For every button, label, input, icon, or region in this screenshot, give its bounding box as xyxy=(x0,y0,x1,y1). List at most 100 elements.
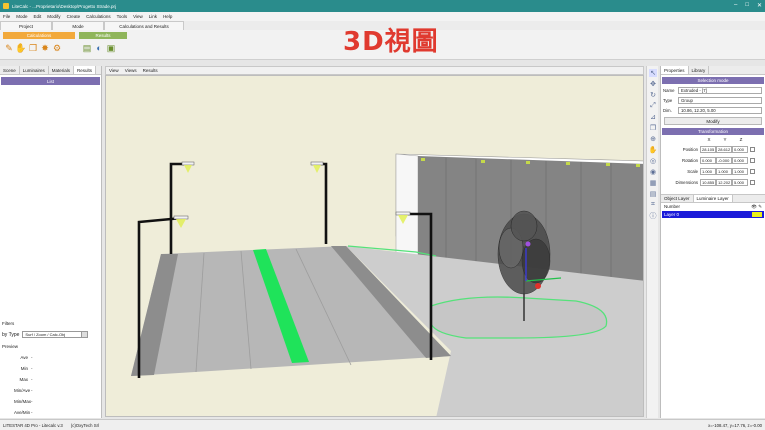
filters-section: Filters by Type Surf / Zoom / Calc-Obj P… xyxy=(0,320,100,415)
stat-row: Ave/Min - xyxy=(14,410,33,415)
tab-results[interactable]: Results xyxy=(74,66,97,74)
tab-calculations-results[interactable]: Calculations and Results xyxy=(104,21,184,30)
right-panel: Properties Library Selection mode Name E… xyxy=(660,66,765,418)
left-panel-tabs: Scene Luminaires Materials Results xyxy=(0,66,101,75)
menu-edit[interactable]: Edit xyxy=(34,14,42,19)
tab-scene[interactable]: Scene xyxy=(0,66,20,74)
maximize-button[interactable]: □ xyxy=(745,2,749,9)
copy-tool-icon[interactable]: ❐ xyxy=(649,124,657,132)
eye-tool-icon[interactable]: ◉ xyxy=(649,168,657,176)
name-row: Name Extruded - [7] xyxy=(661,86,765,94)
pan-tool-icon[interactable]: ✋ xyxy=(649,146,658,154)
export-icon[interactable]: ▣ xyxy=(106,42,116,54)
tab-luminaires[interactable]: Luminaires xyxy=(20,66,49,74)
lock-checkbox[interactable] xyxy=(750,179,755,185)
calculations-icons: ✎ ✋ ❐ ✸ ⚙ xyxy=(4,42,62,54)
layer-header-icons: 👁 ✎ xyxy=(751,204,762,209)
lock-checkbox[interactable] xyxy=(750,168,755,174)
menu-tools[interactable]: Tools xyxy=(117,14,128,19)
scale-tool-icon[interactable]: ⤢ xyxy=(649,102,657,110)
scale-z-field[interactable]: 1.000 xyxy=(732,167,748,175)
layer-row[interactable]: Layer 0 xyxy=(662,211,764,218)
scale-x-field[interactable]: 1.000 xyxy=(700,167,716,175)
stat-row: Max - xyxy=(19,377,33,382)
grid-tool-icon[interactable]: ▦ xyxy=(649,179,657,187)
lock-checkbox[interactable] xyxy=(750,157,755,163)
type-field[interactable]: Group xyxy=(678,96,762,104)
close-button[interactable]: ✕ xyxy=(757,2,762,9)
tab-project[interactable]: Project xyxy=(0,21,52,30)
tab-library[interactable]: Library xyxy=(689,66,710,74)
name-field[interactable]: Extruded - [7] xyxy=(678,86,762,94)
preview-label: Preview xyxy=(2,344,19,349)
snap-tool-icon[interactable]: ⌗ xyxy=(649,201,657,209)
viewport-menu-view[interactable]: View xyxy=(109,68,119,73)
calc-icon[interactable]: ⚙ xyxy=(52,42,62,54)
menu-view[interactable]: View xyxy=(133,14,143,19)
menu-link[interactable]: Link xyxy=(149,14,157,19)
3d-viewport[interactable] xyxy=(105,75,644,417)
dim-field[interactable]: 10.86, 12.20, 5.00 xyxy=(678,106,762,114)
layer-color-swatch[interactable] xyxy=(752,212,762,217)
rotation-z-field[interactable]: 0.000 xyxy=(732,156,748,164)
title-bar: LiteCalc - ...Proprietario\Desktop\Proge… xyxy=(0,0,765,12)
scale-y-field[interactable]: 1.000 xyxy=(716,167,732,175)
status-product: LITESTAR 4D Pro - Litecalc v.3 xyxy=(3,422,63,428)
dimensions-x-field[interactable]: 10.855 xyxy=(700,178,716,186)
tool-strip: ↖ ✥ ↻ ⤢ ⊿ ❐ ⊕ ✋ ◎ ◉ ▦ ▤ ⌗ ⓘ xyxy=(646,66,658,418)
hand-icon[interactable]: ✋ xyxy=(15,42,26,54)
lock-checkbox[interactable] xyxy=(750,146,755,152)
menu-mode[interactable]: Mode xyxy=(16,14,27,19)
tab-materials[interactable]: Materials xyxy=(49,66,75,74)
dimensions-z-field[interactable]: 5.000 xyxy=(732,178,748,186)
position-z-field[interactable]: 0.000 xyxy=(732,145,748,153)
rotation-y-field[interactable]: -0.000 xyxy=(716,156,732,164)
position-x-field[interactable]: 28.105 xyxy=(700,145,716,153)
by-type-label: by Type xyxy=(2,331,20,338)
axis-headers: X Y Z xyxy=(707,137,743,142)
orbit-tool-icon[interactable]: ◎ xyxy=(649,157,657,165)
position-row: Position 28.105 28.612 0.000 xyxy=(661,145,765,153)
zoom-tool-icon[interactable]: ⊕ xyxy=(649,135,657,143)
tab-object-layer[interactable]: Object Layer xyxy=(661,195,694,202)
select-tool-icon[interactable]: ↖ xyxy=(649,69,657,77)
measure-tool-icon[interactable]: ⊿ xyxy=(649,113,657,121)
modify-button[interactable]: Modify xyxy=(664,117,762,125)
3d-scene[interactable] xyxy=(106,76,644,417)
filters-label: Filters xyxy=(2,321,15,326)
menu-modify[interactable]: Modify xyxy=(47,14,60,19)
stat-row: Ave - xyxy=(20,355,33,360)
menu-file[interactable]: File xyxy=(3,14,10,19)
stat-row: Min - xyxy=(20,366,33,371)
dimensions-y-field[interactable]: 12.202 xyxy=(716,178,732,186)
graph-icon[interactable]: ◐ xyxy=(94,42,104,54)
right-panel-tabs: Properties Library xyxy=(661,66,765,75)
viewport-menu-views[interactable]: Views xyxy=(125,68,137,73)
lamp-icon[interactable]: ✎ xyxy=(4,42,14,54)
left-panel: Scene Luminaires Materials Results List … xyxy=(0,66,102,418)
tab-mode[interactable]: Mode xyxy=(52,21,104,30)
menu-calculations[interactable]: Calculations xyxy=(86,14,111,19)
folder-icon[interactable]: ❐ xyxy=(28,42,38,54)
menu-help[interactable]: Help xyxy=(163,14,172,19)
menu-bar: File Mode Edit Modify Create Calculation… xyxy=(0,12,765,21)
rotation-x-field[interactable]: 0.000 xyxy=(700,156,716,164)
rotation-row: Rotation 0.000 -0.000 0.000 xyxy=(661,156,765,164)
position-y-field[interactable]: 28.612 xyxy=(716,145,732,153)
info-tool-icon[interactable]: ⓘ xyxy=(649,212,657,220)
minimize-button[interactable]: – xyxy=(734,2,737,9)
type-filter-select[interactable]: Surf / Zoom / Calc-Obj xyxy=(22,331,89,338)
rotate-tool-icon[interactable]: ↻ xyxy=(649,91,657,99)
calculations-group-header: Calculations xyxy=(3,32,75,39)
tab-properties[interactable]: Properties xyxy=(661,66,689,74)
list-header: List xyxy=(1,77,100,85)
move-tool-icon[interactable]: ✥ xyxy=(649,80,657,88)
viewport-menu: View Views Results xyxy=(105,66,644,75)
report-icon[interactable]: ▤ xyxy=(82,42,92,54)
transformation-header: Transformation xyxy=(662,128,764,135)
light-icon[interactable]: ✸ xyxy=(40,42,50,54)
viewport-menu-results[interactable]: Results xyxy=(143,68,158,73)
layer-tool-icon[interactable]: ▤ xyxy=(649,190,657,198)
menu-create[interactable]: Create xyxy=(67,14,81,19)
tab-luminaire-layer[interactable]: Luminaire Layer xyxy=(693,195,733,202)
